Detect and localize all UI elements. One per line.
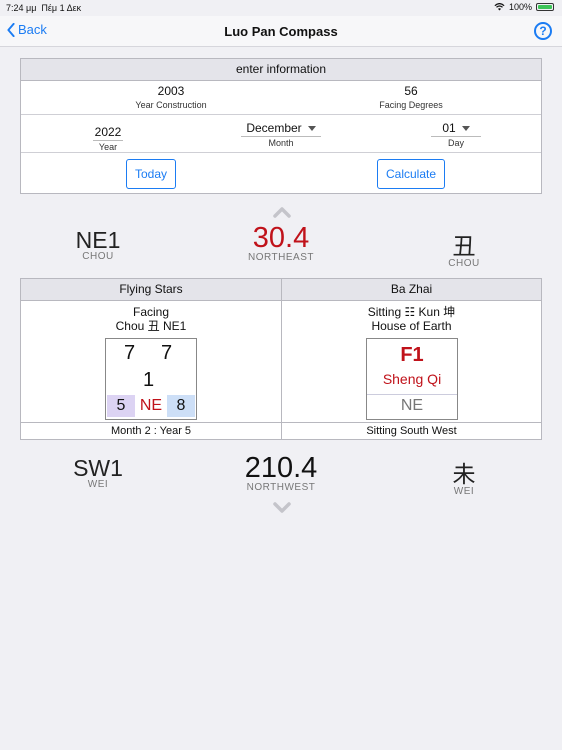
ba-zhai-name: Sheng Qi bbox=[382, 371, 442, 387]
sitting-branch-char: 未 bbox=[452, 461, 476, 487]
month-label: Month bbox=[268, 138, 294, 148]
facing-degrees-field[interactable]: 56 Facing Degrees bbox=[351, 84, 471, 110]
today-button[interactable]: Today bbox=[126, 159, 176, 189]
status-right: 100% bbox=[494, 2, 554, 12]
info-header: enter information bbox=[21, 59, 541, 81]
help-icon[interactable]: ? bbox=[534, 22, 552, 40]
facing-code-sub: CHOU bbox=[82, 251, 114, 262]
sitting-branch-sub: WEI bbox=[453, 486, 475, 497]
sitting-direction: NORTHWEST bbox=[246, 482, 316, 493]
flying-stars-line1: Facing bbox=[132, 305, 170, 319]
ba-zhai-divider bbox=[367, 394, 457, 395]
dropdown-caret-icon bbox=[461, 126, 470, 132]
date-row: 2022 Year December Month 01 Day bbox=[21, 115, 541, 153]
wifi-icon bbox=[494, 3, 505, 11]
star-center: 1 bbox=[143, 369, 155, 391]
year-construction-value[interactable]: 2003 bbox=[111, 84, 231, 99]
ba-zhai-line2: House of Earth bbox=[371, 319, 452, 333]
status-bar: 7:24 μμ Πέμ 1 Δεκ 100% bbox=[0, 0, 562, 16]
facing-branch-char: 丑 bbox=[452, 233, 476, 259]
ba-zhai-footer: Sitting South West bbox=[282, 422, 541, 439]
calculate-button[interactable]: Calculate bbox=[377, 159, 445, 189]
facing-branch-sub: CHOU bbox=[448, 258, 480, 269]
star-top-left: 7 bbox=[124, 342, 136, 364]
flying-stars-header: Flying Stars bbox=[21, 279, 281, 301]
year-construction-field[interactable]: 2003 Year Construction bbox=[111, 84, 231, 110]
chevron-up-icon[interactable] bbox=[272, 206, 292, 218]
facing-degrees-label: Facing Degrees bbox=[379, 100, 443, 110]
sitting-mountain: SW1 WEI bbox=[58, 455, 138, 490]
status-time: 7:24 μμ Πέμ 1 Δεκ bbox=[6, 3, 82, 13]
chevron-down-icon[interactable] bbox=[272, 502, 292, 514]
facing-degrees-readout: 30.4 bbox=[252, 222, 310, 254]
info-panel: enter information 2003 Year Construction… bbox=[20, 58, 542, 194]
flying-stars-footer: Month 2 : Year 5 bbox=[21, 422, 281, 439]
facing-degrees-display: 30.4 NORTHEAST bbox=[221, 222, 341, 263]
ba-zhai-section: Ba Zhai Sitting ☷ Kun 坤 House of Earth F… bbox=[282, 279, 541, 439]
page-title: Luo Pan Compass bbox=[224, 24, 338, 39]
year-value[interactable]: 2022 bbox=[92, 125, 124, 141]
ba-zhai-line1: Sitting ☷ Kun 坤 bbox=[367, 305, 456, 319]
analysis-panel: Flying Stars Facing Chou 丑 NE1 7 7 1 5 N… bbox=[20, 278, 542, 440]
dropdown-caret-icon bbox=[307, 126, 316, 132]
sitting-code: SW1 bbox=[73, 455, 123, 481]
star-bottom-left: 5 bbox=[107, 395, 135, 417]
construction-row: 2003 Year Construction 56 Facing Degrees bbox=[21, 80, 541, 115]
sitting-code-sub: WEI bbox=[87, 479, 109, 490]
facing-mountain: NE1 CHOU bbox=[58, 227, 138, 262]
star-top-right: 7 bbox=[161, 342, 173, 364]
navigation-bar: Back Luo Pan Compass ? bbox=[0, 16, 562, 47]
ba-zhai-direction: NE bbox=[400, 397, 424, 414]
month-select[interactable]: December Month bbox=[241, 121, 321, 148]
flying-stars-chart: 7 7 1 5 NE 8 bbox=[105, 338, 197, 420]
flying-stars-line2: Chou 丑 NE1 bbox=[115, 319, 187, 333]
year-label: Year bbox=[98, 142, 118, 152]
day-label: Day bbox=[447, 138, 464, 148]
facing-direction: NORTHEAST bbox=[248, 252, 314, 263]
ba-zhai-chart: F1 Sheng Qi NE bbox=[366, 338, 458, 420]
ba-zhai-code: F1 bbox=[400, 344, 424, 366]
day-value: 01 bbox=[442, 121, 456, 135]
day-select[interactable]: 01 Day bbox=[431, 121, 481, 148]
month-value: December bbox=[246, 121, 302, 135]
facing-degrees-value[interactable]: 56 bbox=[351, 84, 471, 99]
facing-code: NE1 bbox=[75, 227, 121, 253]
flying-stars-section: Flying Stars Facing Chou 丑 NE1 7 7 1 5 N… bbox=[21, 279, 282, 439]
sitting-degrees-display: 210.4 NORTHWEST bbox=[221, 452, 341, 493]
facing-branch: 丑 CHOU bbox=[424, 227, 504, 269]
sitting-degrees-readout: 210.4 bbox=[244, 452, 318, 484]
year-field[interactable]: 2022 Year bbox=[81, 123, 135, 152]
battery-percent: 100% bbox=[508, 2, 532, 12]
ba-zhai-header: Ba Zhai bbox=[282, 279, 541, 301]
sitting-branch: 未 WEI bbox=[424, 455, 504, 497]
star-bottom-direction: NE bbox=[139, 397, 163, 414]
star-bottom-right: 8 bbox=[167, 395, 195, 417]
battery-icon bbox=[536, 3, 554, 11]
year-construction-label: Year Construction bbox=[135, 100, 207, 110]
status-date: Πέμ 1 Δεκ bbox=[41, 3, 82, 13]
